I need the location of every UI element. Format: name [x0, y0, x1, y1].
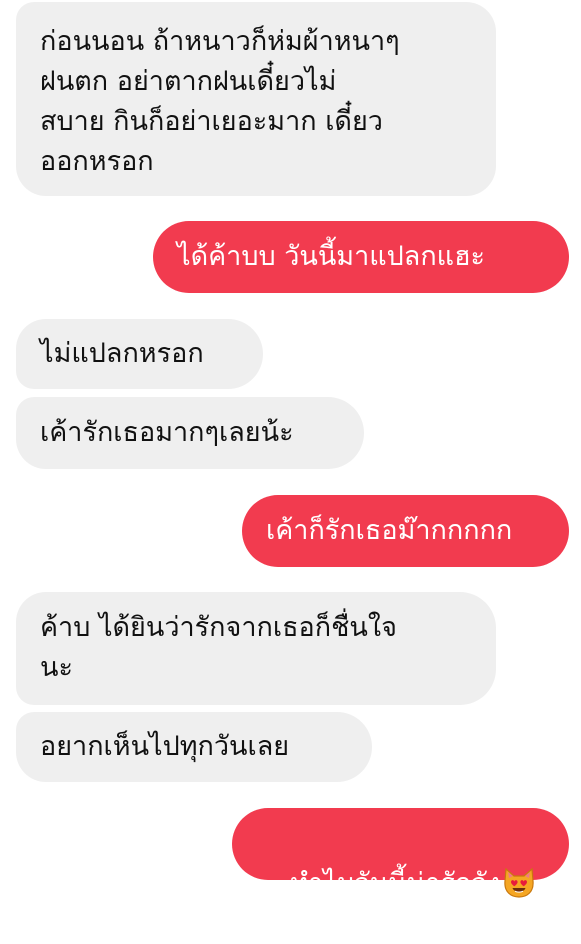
chat-thread: ก่อนนอน ถ้าหนาวก็ห่มผ้าหนาๆ ฝนตก อย่าตาก… [0, 0, 581, 899]
heart-eyes-cat-icon [504, 867, 534, 898]
message-bubble-outgoing[interactable]: เค้าก็รักเธอม๊ากกกกก [242, 495, 569, 567]
message-text: ทำไมวันนี้น่ารักจัง [290, 868, 501, 899]
message-bubble-incoming[interactable]: ค้าบ ได้ยินว่ารักจากเธอก็ชื่นใจ นะ [16, 592, 496, 705]
message-bubble-incoming[interactable]: เค้ารักเธอมากๆเลยน้ะ [16, 397, 364, 469]
message-bubble-incoming[interactable]: อยากเห็นไปทุกวันเลย [16, 712, 372, 782]
message-bubble-incoming[interactable]: ไม่แปลกหรอก [16, 319, 263, 389]
message-bubble-outgoing[interactable]: ทำไมวันนี้น่ารักจัง [232, 808, 569, 899]
message-bubble-outgoing[interactable]: ได้ค้าบบ วันนี้มาแปลกแฮะ [153, 221, 569, 293]
message-bubble-incoming[interactable]: ก่อนนอน ถ้าหนาวก็ห่มผ้าหนาๆ ฝนตก อย่าตาก… [16, 2, 496, 196]
